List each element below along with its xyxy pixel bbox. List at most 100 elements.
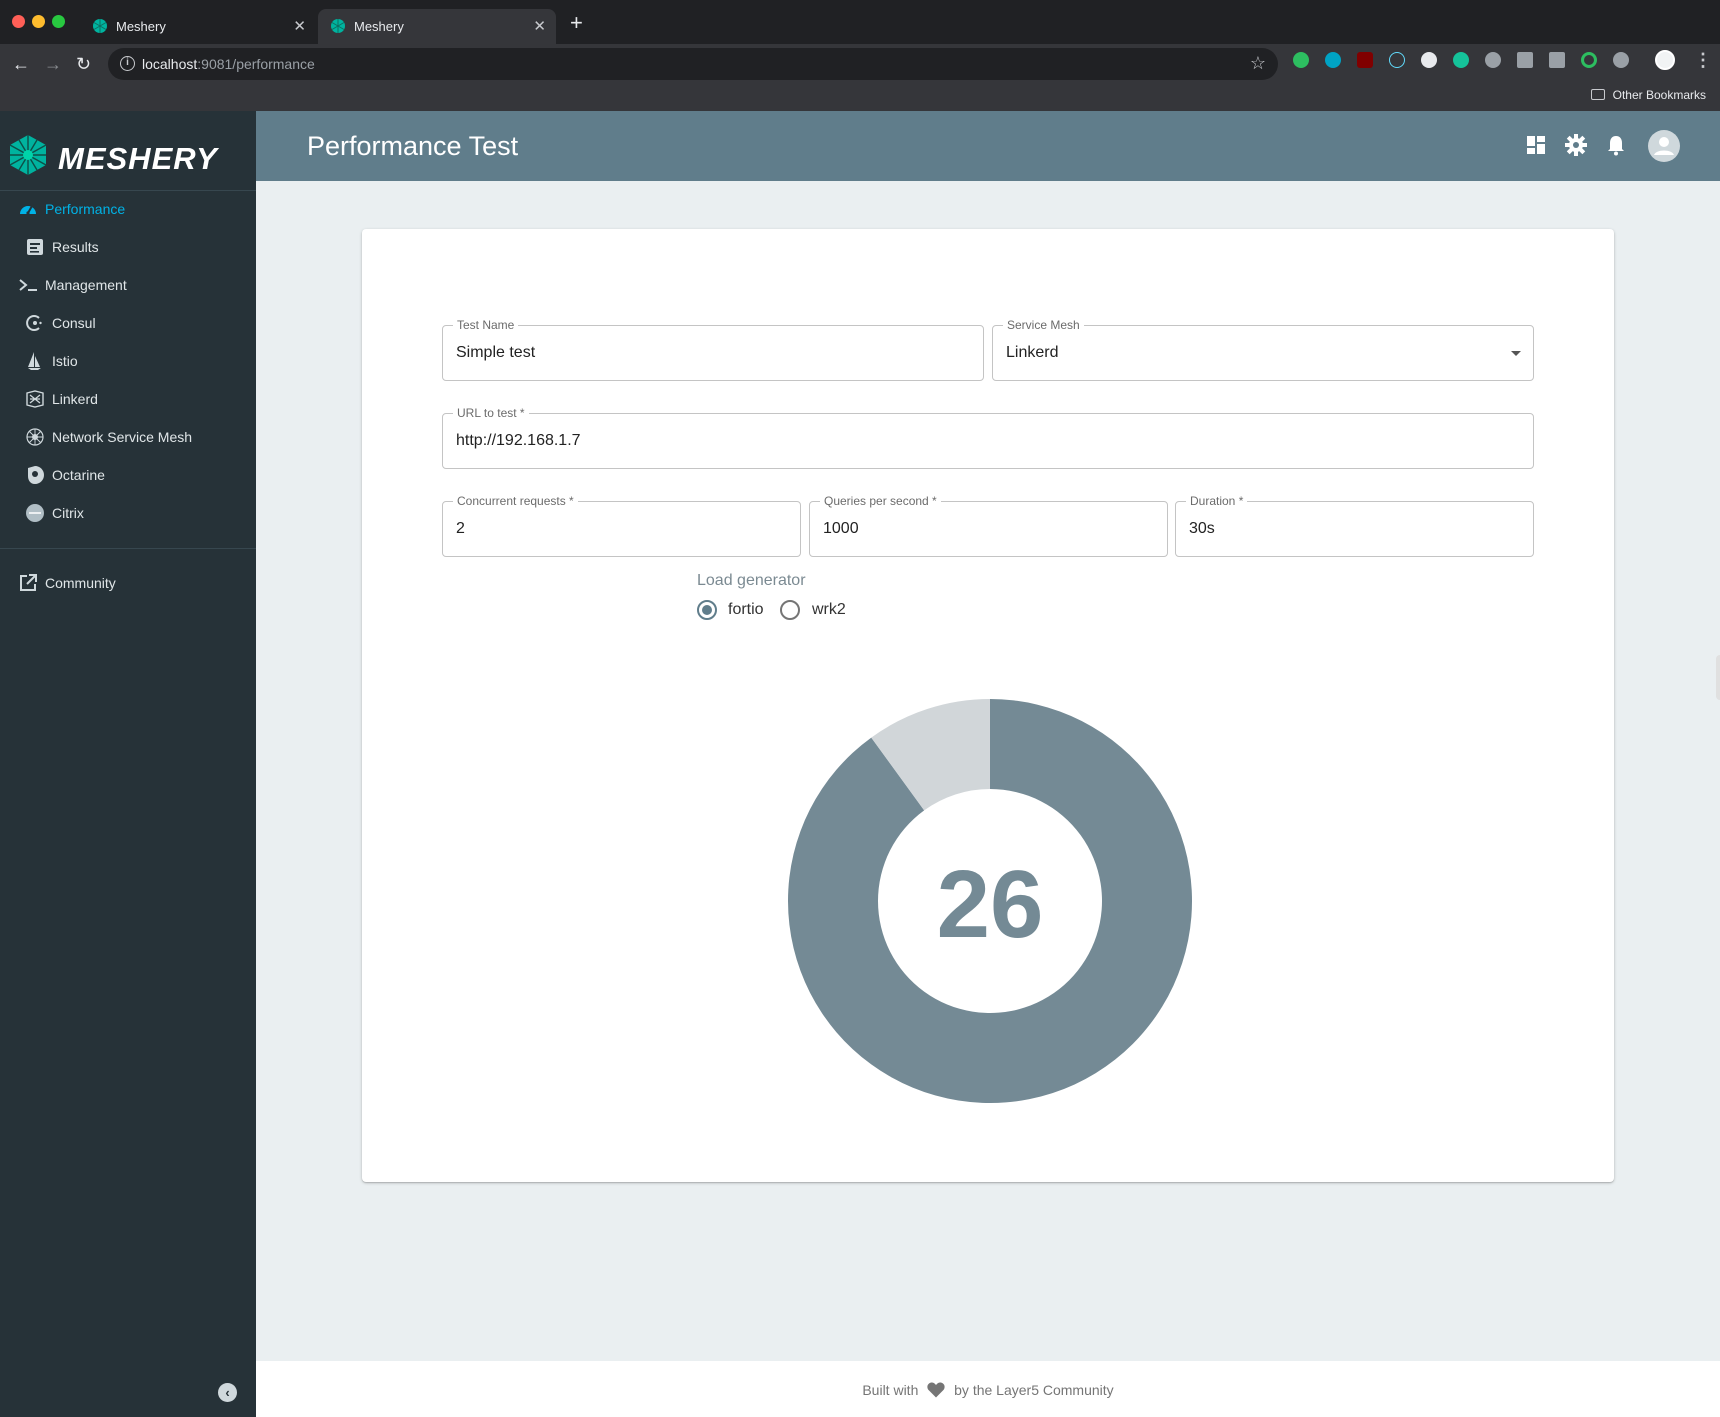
app-bar: Performance Test (256, 111, 1720, 181)
tab-close-icon[interactable]: ✕ (293, 17, 306, 35)
test-name-field[interactable]: Test Name Simple test (442, 318, 984, 381)
sidebar-item-label: Citrix (52, 505, 84, 521)
new-tab-icon[interactable]: + (570, 12, 583, 34)
site-info-icon[interactable]: i (120, 56, 135, 71)
extension-grammarly-icon[interactable] (1453, 52, 1469, 68)
heart-icon (927, 1382, 945, 1398)
service-mesh-select[interactable]: Service Mesh Linkerd (992, 318, 1534, 381)
concurrent-requests-label: Concurrent requests * (453, 494, 578, 508)
address-bar[interactable]: i localhost:9081/performance ☆ (108, 48, 1278, 80)
reload-icon[interactable]: ↻ (76, 54, 91, 74)
qps-field[interactable]: Queries per second * 1000 (809, 494, 1168, 557)
gear-icon[interactable] (1564, 133, 1588, 157)
window-zoom-button[interactable] (52, 15, 65, 28)
terminal-icon (19, 279, 37, 291)
url-field[interactable]: URL to test * http://192.168.1.7 (442, 406, 1534, 469)
sidebar-item-label: Management (45, 277, 127, 293)
external-link-icon (20, 574, 37, 591)
citrix-icon (26, 504, 44, 522)
window-close-button[interactable] (12, 15, 25, 28)
run-test-button[interactable] (1716, 655, 1720, 700)
footer: Built with by the Layer5 Community (256, 1361, 1720, 1417)
duration-value: 30s (1189, 520, 1215, 537)
consul-icon (26, 315, 42, 331)
other-bookmarks[interactable]: Other Bookmarks (1590, 88, 1706, 102)
wrk2-radio-label: wrk2 (812, 601, 846, 618)
loading-spinner-icon (1716, 655, 1720, 700)
extension-react-icon[interactable] (1389, 52, 1405, 68)
concurrent-requests-value: 2 (456, 520, 465, 537)
footer-suffix: by the Layer5 Community (954, 1382, 1114, 1398)
browser-tab-1[interactable]: Meshery ✕ (80, 9, 316, 44)
meshery-favicon-icon (93, 19, 107, 33)
extension-keys-icon[interactable] (1421, 52, 1437, 68)
bell-icon[interactable] (1604, 133, 1628, 157)
extension-ublock-icon[interactable] (1357, 52, 1373, 68)
browser-tab-2[interactable]: Meshery ✕ (318, 9, 556, 44)
istio-icon (28, 352, 41, 370)
browser-menu-icon[interactable]: ⋮ (1694, 50, 1712, 71)
extension-target-icon[interactable] (1581, 52, 1597, 68)
sidebar-item-label: Performance (45, 201, 126, 217)
sidebar-item-label: Network Service Mesh (52, 429, 193, 445)
footer-prefix: Built with (862, 1382, 919, 1398)
extension-cloud-icon[interactable] (1613, 52, 1629, 68)
extension-m-icon[interactable] (1325, 52, 1341, 68)
dashboard-icon[interactable] (1524, 133, 1548, 157)
load-generator-label: Load generator (697, 572, 806, 589)
meshery-favicon-icon (331, 19, 345, 33)
url-label: URL to test * (453, 406, 529, 420)
extension-evernote-icon[interactable] (1293, 52, 1309, 68)
tab-close-icon[interactable]: ✕ (533, 17, 546, 35)
countdown-timer-chart: 26 (788, 699, 1192, 1103)
tab-title: Meshery (116, 19, 166, 34)
extension-p-icon[interactable] (1549, 52, 1565, 68)
nsm-icon (26, 428, 44, 446)
bookmark-star-icon[interactable]: ☆ (1250, 53, 1266, 74)
wrk2-radio[interactable] (780, 600, 800, 620)
sidebar-divider (0, 548, 256, 549)
sidebar-item-label: Results (52, 239, 99, 255)
service-mesh-value: Linkerd (1006, 344, 1059, 361)
url-value: http://192.168.1.7 (456, 432, 581, 449)
qps-value: 1000 (823, 520, 859, 537)
profile-avatar-icon[interactable] (1655, 50, 1675, 70)
sidebar-divider (0, 190, 256, 191)
back-arrow-icon[interactable]: ← (12, 54, 30, 74)
results-icon (27, 239, 43, 255)
account-icon[interactable] (1648, 130, 1680, 162)
duration-label: Duration * (1186, 494, 1248, 508)
fortio-radio-label: fortio (728, 601, 764, 618)
browser-tab-strip: Meshery ✕ Meshery ✕ + (0, 0, 1720, 44)
qps-label: Queries per second * (820, 494, 941, 508)
sidebar-item-label: Octarine (52, 467, 105, 483)
concurrent-requests-field[interactable]: Concurrent requests * 2 (442, 494, 801, 557)
extension-mercury-icon[interactable] (1517, 52, 1533, 68)
octarine-icon (28, 466, 44, 484)
window-minimize-button[interactable] (32, 15, 45, 28)
folder-icon (1590, 89, 1605, 100)
timer-remaining-value: 26 (937, 851, 1044, 958)
sidebar: MESHERY Performance Results Management C… (0, 111, 256, 1417)
test-name-label: Test Name (453, 318, 519, 332)
address-url: localhost:9081/performance (142, 56, 315, 72)
sidebar-item-label: Linkerd (52, 391, 98, 407)
tab-title: Meshery (354, 19, 404, 34)
sidebar-collapse-icon[interactable]: ‹ (218, 1383, 237, 1402)
duration-field[interactable]: Duration * 30s (1175, 494, 1534, 557)
main-content: Test Name Simple test Service Mesh Linke… (256, 181, 1720, 1361)
fortio-radio[interactable] (697, 600, 717, 620)
bookmarks-bar: Other Bookmarks (0, 86, 1720, 111)
meshery-logo-icon (9, 135, 47, 175)
forward-arrow-icon[interactable]: → (44, 54, 62, 74)
brand-name: MESHERY (58, 141, 218, 176)
extension-kubernetes-icon[interactable] (1485, 52, 1501, 68)
chevron-down-icon (1511, 351, 1521, 356)
linkerd-icon (26, 390, 44, 408)
test-name-value: Simple test (456, 344, 536, 361)
footer-text: Built with by the Layer5 Community (256, 1380, 1720, 1400)
page-title: Performance Test (307, 131, 519, 161)
service-mesh-label: Service Mesh (1003, 318, 1084, 332)
sidebar-item-label: Istio (52, 353, 78, 369)
sidebar-item-label: Community (45, 575, 116, 591)
